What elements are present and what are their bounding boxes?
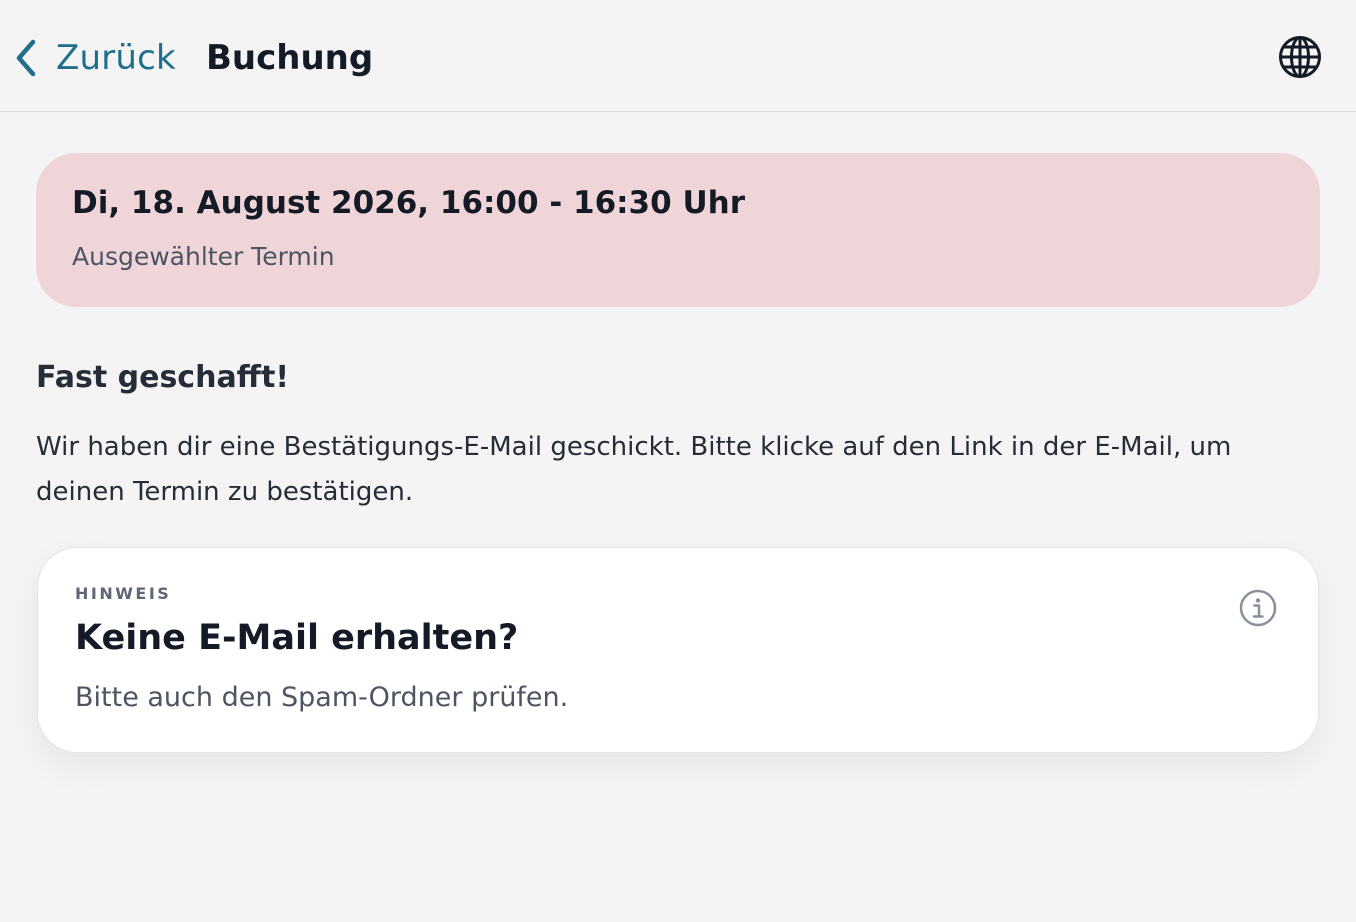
chevron-left-icon: [16, 39, 36, 77]
top-bar: Zurück Buchung: [0, 0, 1356, 112]
page-title: Buchung: [206, 38, 374, 78]
appointment-datetime: Di, 18. August 2026, 16:00 - 16:30 Uhr: [72, 185, 745, 221]
selected-appointment-card: Di, 18. August 2026, 16:00 - 16:30 Uhr A…: [36, 153, 1320, 307]
hint-eyebrow: HINWEIS: [75, 584, 172, 603]
appointment-caption: Ausgewählter Termin: [72, 242, 335, 271]
language-button[interactable]: [1276, 33, 1324, 81]
globe-icon: [1279, 36, 1321, 78]
confirmation-heading: Fast geschafft!: [36, 360, 290, 395]
back-button[interactable]: Zurück: [14, 34, 176, 82]
hint-title: Keine E-Mail erhalten?: [75, 618, 519, 658]
back-label: Zurück: [56, 38, 176, 78]
hint-card: HINWEIS Keine E-Mail erhalten? Bitte auc…: [37, 547, 1319, 753]
info-icon: [1239, 589, 1277, 627]
confirmation-text: Wir haben dir eine Bestätigungs-E-Mail g…: [36, 432, 1232, 507]
hint-text: Bitte auch den Spam-Ordner prüfen.: [75, 682, 569, 713]
